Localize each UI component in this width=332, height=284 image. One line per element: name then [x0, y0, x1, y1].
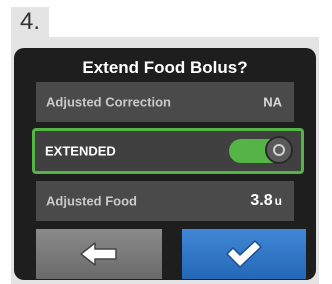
checkmark-icon: [226, 240, 262, 268]
pump-screen: Extend Food Bolus? Adjusted Correction N…: [14, 48, 316, 280]
adjusted-food-unit: u: [274, 194, 282, 208]
adjusted-correction-row: Adjusted Correction NA: [36, 82, 294, 122]
adjusted-food-amount: 3.8: [250, 192, 273, 209]
step-number-tab: 4.: [11, 7, 49, 37]
extended-toggle-switch[interactable]: [229, 136, 293, 164]
toggle-knob-icon: [265, 136, 293, 164]
extended-toggle-row[interactable]: EXTENDED: [32, 128, 304, 174]
adjusted-food-value: 3.8 u: [250, 192, 282, 210]
screen-title: Extend Food Bolus?: [82, 58, 248, 77]
step-number-label: 4.: [19, 8, 40, 35]
adjusted-correction-value: NA: [263, 94, 282, 110]
adjusted-correction-label: Adjusted Correction: [46, 94, 171, 110]
left-arrow-icon: [80, 242, 117, 266]
adjusted-food-row: Adjusted Food 3.8 u: [36, 181, 294, 221]
confirm-button[interactable]: [182, 229, 306, 279]
back-button[interactable]: [36, 229, 162, 279]
adjusted-food-label: Adjusted Food: [46, 193, 137, 209]
extended-label: EXTENDED: [45, 143, 116, 159]
